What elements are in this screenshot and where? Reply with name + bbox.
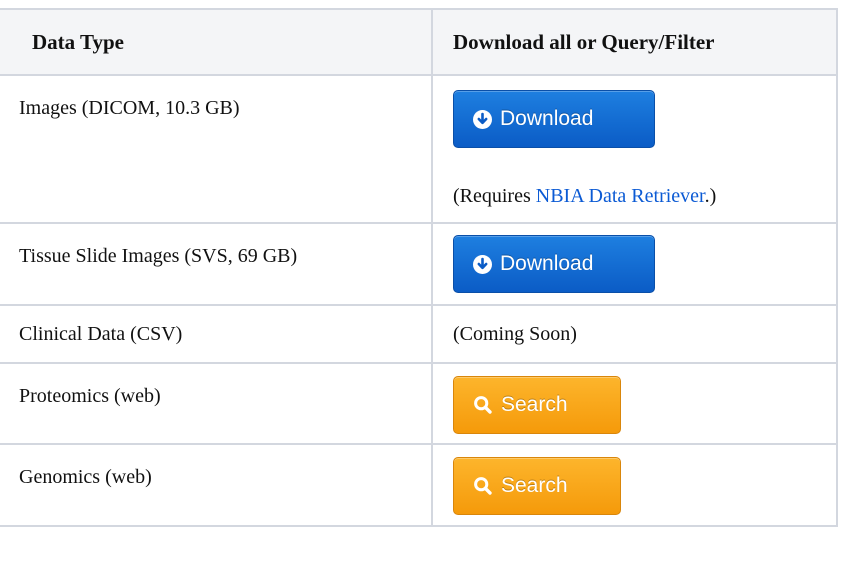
download-button-label: Download bbox=[500, 107, 594, 130]
action-cell: (Coming Soon) bbox=[431, 304, 838, 364]
circle-arrow-down-icon bbox=[473, 109, 492, 129]
download-button-svs[interactable]: Download bbox=[453, 235, 655, 293]
download-button-dicom[interactable]: Download bbox=[453, 90, 655, 148]
data-type-cell: Proteomics (web) bbox=[0, 362, 433, 445]
column-header-data-type: Data Type bbox=[0, 8, 433, 76]
table-row: Genomics (web) Search bbox=[0, 443, 838, 527]
nbia-data-retriever-link[interactable]: NBIA Data Retriever bbox=[536, 185, 705, 207]
column-header-download: Download all or Query/Filter bbox=[431, 8, 838, 76]
search-button-label: Search bbox=[501, 474, 568, 497]
search-button-label: Search bbox=[501, 393, 568, 416]
download-button-label: Download bbox=[500, 252, 594, 275]
data-type-cell: Tissue Slide Images (SVS, 69 GB) bbox=[0, 222, 433, 306]
data-access-table: Data Type Download all or Query/Filter I… bbox=[0, 8, 838, 527]
action-cell: Search bbox=[431, 362, 838, 445]
magnifier-icon bbox=[473, 395, 493, 415]
table-header-row: Data Type Download all or Query/Filter bbox=[0, 8, 838, 76]
table-row: Images (DICOM, 10.3 GB) Download (Requir… bbox=[0, 74, 838, 224]
data-type-cell: Clinical Data (CSV) bbox=[0, 304, 433, 364]
table-row: Clinical Data (CSV) (Coming Soon) bbox=[0, 304, 838, 364]
coming-soon-text: (Coming Soon) bbox=[453, 323, 577, 345]
requirement-note: (Requires NBIA Data Retriever.) bbox=[453, 185, 717, 207]
action-cell: Download (Requires NBIA Data Retriever.) bbox=[431, 74, 838, 224]
magnifier-icon bbox=[473, 476, 493, 496]
circle-arrow-down-icon bbox=[473, 254, 492, 274]
action-cell: Download bbox=[431, 222, 838, 306]
search-button-genomics[interactable]: Search bbox=[453, 457, 621, 515]
action-cell: Search bbox=[431, 443, 838, 527]
data-type-cell: Genomics (web) bbox=[0, 443, 433, 527]
search-button-proteomics[interactable]: Search bbox=[453, 376, 621, 434]
table-row: Proteomics (web) Search bbox=[0, 362, 838, 445]
data-type-cell: Images (DICOM, 10.3 GB) bbox=[0, 74, 433, 224]
table-row: Tissue Slide Images (SVS, 69 GB) Downloa… bbox=[0, 222, 838, 306]
